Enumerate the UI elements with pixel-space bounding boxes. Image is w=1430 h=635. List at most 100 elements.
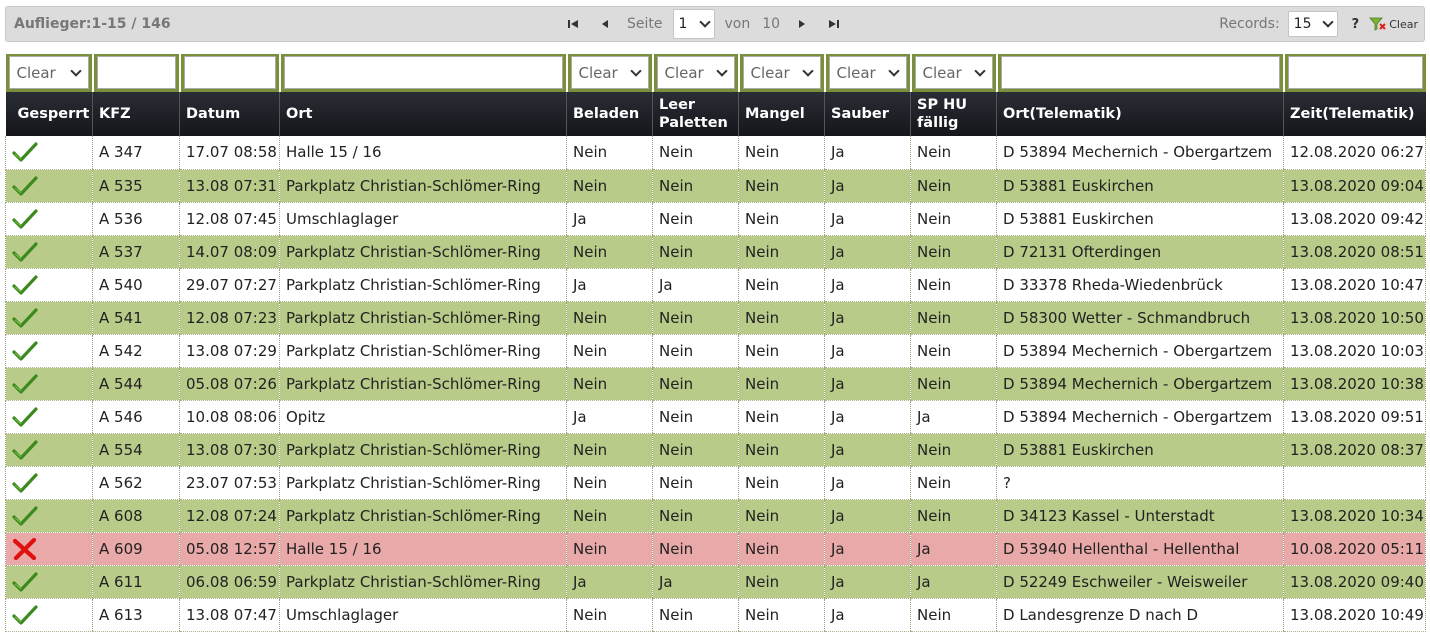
table-cell: Parkplatz Christian-Schlömer-Ring bbox=[279, 466, 567, 500]
table-cell: 13.08 07:30 bbox=[179, 433, 280, 467]
filter-input[interactable] bbox=[1000, 56, 1280, 89]
column-header[interactable]: KFZ bbox=[92, 92, 180, 136]
records-control: Records: 15 ? Clear bbox=[1219, 11, 1418, 37]
check-icon bbox=[12, 307, 38, 328]
table-cell: D 33378 Rheda-Wiedenbrück bbox=[996, 268, 1284, 302]
table-row[interactable]: A 542 13.08 07:29 Parkplatz Christian-Schl… bbox=[5, 334, 1426, 368]
table-row[interactable]: A 613 13.08 07:47 Umschlaglager Nein Nein Nei… bbox=[5, 598, 1426, 632]
chevron-down-icon bbox=[887, 64, 900, 77]
table-cell: A 540 bbox=[92, 268, 180, 302]
table-cell: Halle 15 / 16 bbox=[279, 532, 567, 566]
check-icon bbox=[12, 604, 38, 625]
column-header[interactable]: SP HU fällig bbox=[910, 92, 997, 136]
first-page-button[interactable] bbox=[564, 15, 582, 33]
last-page-icon bbox=[829, 20, 840, 28]
table-cell: Nein bbox=[652, 169, 739, 203]
filter-cell bbox=[278, 54, 567, 92]
table-row[interactable]: A 546 10.08 08:06 Opitz Ja Nein Nein Ja Ja D 538… bbox=[5, 400, 1426, 434]
table-cell: Nein bbox=[738, 499, 825, 533]
table-row[interactable]: A 347 17.07 08:58 Halle 15 / 16 Nein Nein Nei… bbox=[5, 136, 1426, 170]
table-cell: Nein bbox=[566, 598, 653, 632]
table-cell: Nein bbox=[566, 499, 653, 533]
table-cell: A 613 bbox=[92, 598, 180, 632]
filter-select[interactable]: Clear bbox=[8, 56, 89, 89]
check-icon bbox=[12, 472, 38, 493]
column-header[interactable]: Zeit(Telematik) bbox=[1283, 92, 1426, 136]
column-header[interactable]: Leer Paletten bbox=[652, 92, 739, 136]
table-cell: 05.08 07:26 bbox=[179, 367, 280, 401]
table-row[interactable]: A 535 13.08 07:31 Parkplatz Christian-Schl… bbox=[5, 169, 1426, 203]
filter-select[interactable]: Clear bbox=[570, 56, 649, 89]
filter-input[interactable] bbox=[283, 56, 563, 89]
table-cell: A 347 bbox=[92, 136, 180, 170]
status-cell bbox=[5, 235, 93, 269]
table-cell: D 53881 Euskirchen bbox=[996, 169, 1284, 203]
table-row[interactable]: A 536 12.08 07:45 Umschlaglager Ja Nein Nein J… bbox=[5, 202, 1426, 236]
table-row[interactable]: A 608 12.08 07:24 Parkplatz Christian-Schl… bbox=[5, 499, 1426, 533]
filter-cell bbox=[1282, 54, 1426, 92]
filter-select-value: Clear bbox=[922, 63, 962, 82]
table-cell: 13.08.2020 09:40 bbox=[1283, 565, 1426, 599]
table-cell: 12.08 07:24 bbox=[179, 499, 280, 533]
column-header[interactable]: Beladen bbox=[566, 92, 653, 136]
page-select-value: 1 bbox=[678, 16, 688, 32]
records-select[interactable]: 15 bbox=[1287, 11, 1338, 37]
table-row[interactable]: A 537 14.07 08:09 Parkplatz Christian-Schl… bbox=[5, 235, 1426, 269]
table-cell: 13.08 07:31 bbox=[179, 169, 280, 203]
table-cell: 17.07 08:58 bbox=[179, 136, 280, 170]
table-row[interactable]: A 609 05.08 12:57 Halle 15 / 16 Nein Nein Nei… bbox=[5, 532, 1426, 566]
status-cell bbox=[5, 268, 93, 302]
table-cell: 13.08.2020 10:50 bbox=[1283, 301, 1426, 335]
page-select[interactable]: 1 bbox=[672, 9, 715, 39]
table-cell: Parkplatz Christian-Schlömer-Ring bbox=[279, 301, 567, 335]
table-row[interactable]: A 544 05.08 07:26 Parkplatz Christian-Schl… bbox=[5, 367, 1426, 401]
table-cell: Nein bbox=[910, 301, 997, 335]
filter-cell: Clear bbox=[565, 54, 653, 92]
filter-select[interactable]: Clear bbox=[656, 56, 735, 89]
table-cell: Ja bbox=[824, 499, 911, 533]
filter-cell bbox=[995, 54, 1284, 92]
table-cell: A 546 bbox=[92, 400, 180, 434]
table-cell: Nein bbox=[652, 400, 739, 434]
table-row[interactable]: A 611 06.08 06:59 Parkplatz Christian-Schl… bbox=[5, 565, 1426, 599]
column-header[interactable]: Mangel bbox=[738, 92, 825, 136]
last-page-button[interactable] bbox=[825, 15, 843, 33]
filter-select[interactable]: Clear bbox=[828, 56, 907, 89]
table-row[interactable]: A 540 29.07 07:27 Parkplatz Christian-Schl… bbox=[5, 268, 1426, 302]
table-cell: A 535 bbox=[92, 169, 180, 203]
filter-select[interactable]: Clear bbox=[742, 56, 821, 89]
table-cell: Ja bbox=[824, 334, 911, 368]
table-cell: Ja bbox=[566, 400, 653, 434]
table-cell: A 562 bbox=[92, 466, 180, 500]
filter-select[interactable]: Clear bbox=[914, 56, 993, 89]
first-page-icon bbox=[568, 20, 578, 28]
filter-cell: Clear bbox=[823, 54, 911, 92]
help-button[interactable]: ? bbox=[1352, 17, 1360, 32]
prev-page-icon bbox=[602, 20, 608, 28]
chevron-down-icon bbox=[973, 64, 986, 77]
table-cell: 12.08 07:23 bbox=[179, 301, 280, 335]
column-header[interactable]: Gesperrt bbox=[5, 92, 93, 136]
table-cell: 13.08.2020 08:51 bbox=[1283, 235, 1426, 269]
table-cell: 23.07 07:53 bbox=[179, 466, 280, 500]
table-cell: Ja bbox=[910, 400, 997, 434]
column-header[interactable]: Sauber bbox=[824, 92, 911, 136]
table-row[interactable]: A 541 12.08 07:23 Parkplatz Christian-Schl… bbox=[5, 301, 1426, 335]
table-cell: Halle 15 / 16 bbox=[279, 136, 567, 170]
table-cell: Nein bbox=[566, 532, 653, 566]
next-page-button[interactable] bbox=[793, 15, 811, 33]
column-header[interactable]: Datum bbox=[179, 92, 280, 136]
table-cell: 13.08.2020 09:04 bbox=[1283, 169, 1426, 203]
table-cell: Nein bbox=[652, 499, 739, 533]
filter-input[interactable] bbox=[183, 56, 276, 89]
table-row[interactable]: A 554 13.08 07:30 Parkplatz Christian-Schl… bbox=[5, 433, 1426, 467]
prev-page-button[interactable] bbox=[596, 15, 614, 33]
status-cell bbox=[5, 202, 93, 236]
table-row[interactable]: A 562 23.07 07:53 Parkplatz Christian-Schl… bbox=[5, 466, 1426, 500]
clear-filters-button[interactable]: Clear bbox=[1369, 17, 1418, 31]
grid-container: Auflieger:1-15 / 146 Seite 1 von 10 Reco… bbox=[5, 6, 1426, 632]
column-header[interactable]: Ort(Telematik) bbox=[996, 92, 1284, 136]
filter-input[interactable] bbox=[96, 56, 176, 89]
filter-input[interactable] bbox=[1287, 56, 1423, 89]
column-header[interactable]: Ort bbox=[279, 92, 567, 136]
